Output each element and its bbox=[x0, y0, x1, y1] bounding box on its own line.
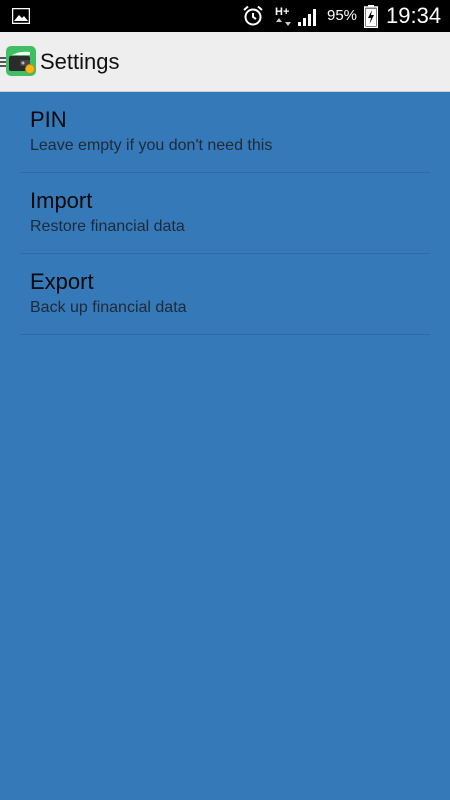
svg-text:H+: H+ bbox=[275, 6, 289, 18]
clock: 19:34 bbox=[386, 3, 442, 28]
preference-item-pin[interactable]: PIN Leave empty if you don't need this bbox=[20, 92, 430, 173]
wallet-icon[interactable] bbox=[6, 46, 36, 76]
page-title: Settings bbox=[40, 49, 120, 74]
network-type-icon: H+ bbox=[275, 6, 291, 26]
battery-charging-icon bbox=[364, 5, 378, 28]
alarm-icon bbox=[243, 5, 263, 26]
preference-title: PIN bbox=[30, 107, 67, 132]
preference-summary: Back up financial data bbox=[30, 299, 187, 316]
preference-item-import[interactable]: Import Restore financial data bbox=[20, 173, 430, 254]
signal-icon bbox=[298, 9, 316, 26]
image-icon bbox=[12, 8, 30, 24]
battery-percent: 95% bbox=[327, 7, 358, 24]
status-bar: H+ 95% 19:34 bbox=[0, 0, 450, 32]
preference-title: Export bbox=[30, 269, 94, 294]
preference-list: PIN Leave empty if you don't need this I… bbox=[0, 92, 450, 335]
preference-summary: Leave empty if you don't need this bbox=[30, 137, 273, 154]
preference-item-export[interactable]: Export Back up financial data bbox=[20, 254, 430, 335]
preference-title: Import bbox=[30, 188, 93, 213]
action-bar: Settings bbox=[0, 32, 450, 92]
preference-summary: Restore financial data bbox=[30, 218, 185, 235]
